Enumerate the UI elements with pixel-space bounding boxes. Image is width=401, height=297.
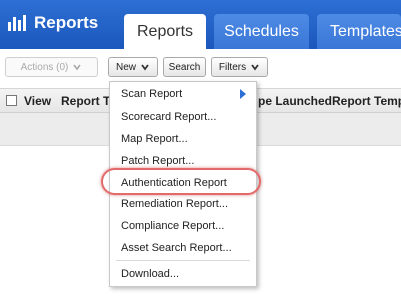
menu-item-remediation-report[interactable]: Remediation Report... [121, 198, 228, 210]
menu-divider [116, 260, 250, 261]
column-report-title[interactable]: Report T [61, 94, 110, 108]
tab-reports-label: Reports [136, 22, 194, 40]
select-all-checkbox[interactable] [6, 95, 17, 106]
column-date-launched[interactable]: pe Launched [258, 94, 332, 108]
menu-item-compliance-report[interactable]: Compliance Report... [121, 220, 224, 232]
actions-label: Actions (0) [20, 61, 69, 73]
tab-templates[interactable]: Templates [317, 14, 401, 49]
menu-item-scorecard-report[interactable]: Scorecard Report... [121, 111, 216, 123]
menu-item-map-report[interactable]: Map Report... [121, 133, 188, 145]
filters-label: Filters [218, 61, 247, 73]
new-label: New [115, 61, 136, 73]
chevron-down-icon [141, 64, 149, 71]
tab-reports[interactable]: Reports [124, 14, 206, 49]
submenu-arrow-icon [240, 89, 246, 99]
column-view[interactable]: View [24, 94, 51, 108]
new-button[interactable]: New [108, 57, 158, 77]
chevron-down-icon [251, 64, 259, 71]
menu-item-patch-report[interactable]: Patch Report... [121, 155, 194, 167]
brand: Reports [8, 13, 98, 33]
brand-label: Reports [34, 13, 99, 32]
tab-templates-label: Templates [330, 22, 401, 40]
menu-item-download[interactable]: Download... [121, 268, 179, 280]
menu-item-scan-report[interactable]: Scan Report [121, 88, 182, 100]
highlight-ring [101, 168, 261, 195]
column-report-template[interactable]: Report Temp [332, 94, 401, 108]
actions-button[interactable]: Actions (0) [5, 57, 98, 77]
tab-schedules-label: Schedules [224, 22, 299, 40]
bar-chart-icon [8, 15, 26, 31]
search-button[interactable]: Search [163, 57, 206, 77]
search-label: Search [168, 61, 201, 73]
tab-schedules[interactable]: Schedules [214, 14, 309, 49]
chevron-down-icon [73, 64, 82, 71]
filters-button[interactable]: Filters [211, 57, 268, 77]
menu-item-asset-search-report[interactable]: Asset Search Report... [121, 242, 232, 254]
